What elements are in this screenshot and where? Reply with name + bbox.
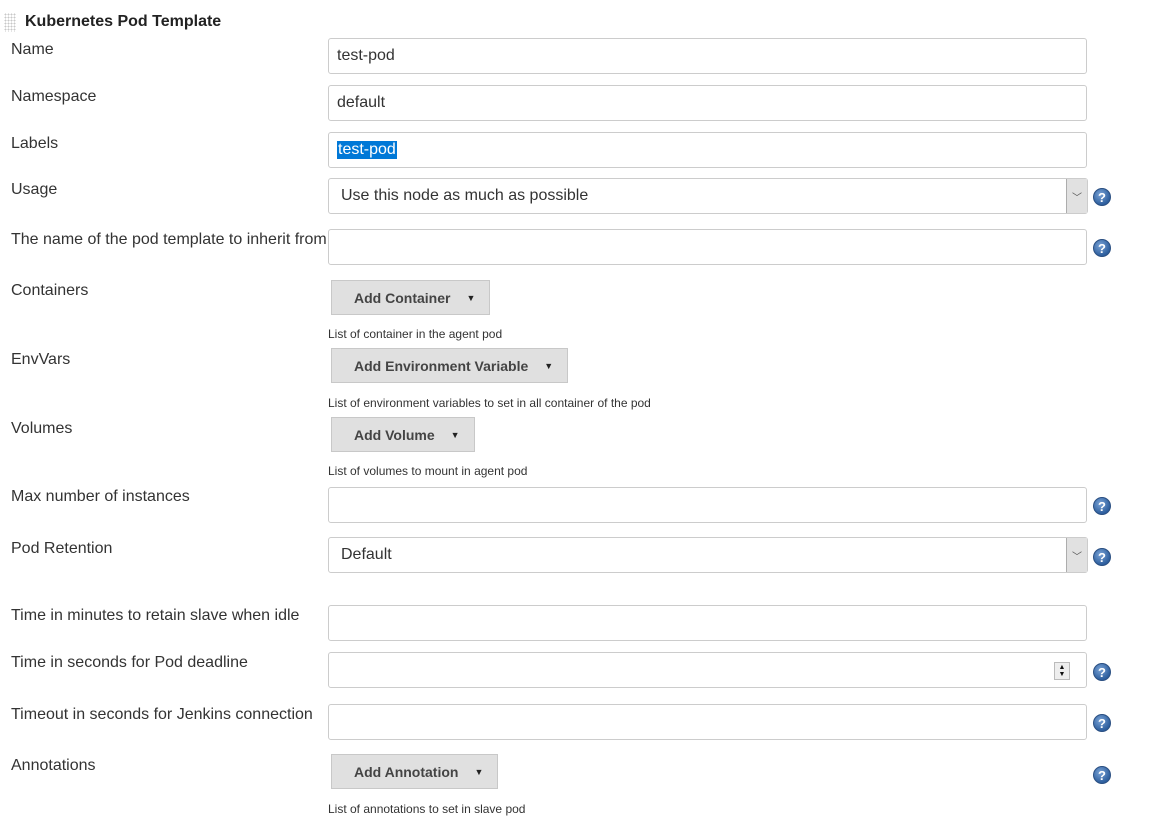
idle-minutes-label: Time in minutes to retain slave when idl… <box>11 607 300 624</box>
spin-down-icon[interactable]: ▼ <box>1059 671 1066 678</box>
add-container-button[interactable]: Add Container ▼ <box>331 280 491 315</box>
add-env-var-label: Add Environment Variable <box>354 357 529 374</box>
spin-up-icon[interactable]: ▲ <box>1059 664 1066 671</box>
chevron-down-icon[interactable]: ﹀ <box>1066 179 1087 213</box>
help-icon[interactable]: ? <box>1093 766 1111 784</box>
labels-value-selected: test-pod <box>337 141 397 159</box>
pod-retention-value: Default <box>341 546 392 563</box>
namespace-value: default <box>337 94 386 111</box>
volumes-hint: List of volumes to mount in agent pod <box>328 464 528 478</box>
name-value: test-pod <box>337 47 395 64</box>
inherit-from-input[interactable] <box>328 229 1087 265</box>
caret-down-icon: ▼ <box>450 429 460 440</box>
containers-label: Containers <box>11 282 89 299</box>
usage-value: Use this node as much as possible <box>341 187 589 204</box>
idle-minutes-input[interactable] <box>328 605 1087 641</box>
help-icon[interactable]: ? <box>1093 497 1111 515</box>
annotations-hint: List of annotations to set in slave pod <box>328 802 526 816</box>
help-icon[interactable]: ? <box>1093 239 1111 257</box>
caret-down-icon: ▼ <box>474 766 484 777</box>
containers-hint: List of container in the agent pod <box>328 327 503 341</box>
pod-retention-label: Pod Retention <box>11 540 113 557</box>
add-volume-button[interactable]: Add Volume ▼ <box>331 417 475 452</box>
caret-down-icon: ▼ <box>544 360 554 371</box>
inherit-from-label: The name of the pod template to inherit … <box>11 231 327 248</box>
jenkins-timeout-label: Timeout in seconds for Jenkins connectio… <box>11 706 313 723</box>
namespace-label: Namespace <box>11 88 97 105</box>
help-icon[interactable]: ? <box>1093 714 1111 732</box>
pod-deadline-input[interactable]: ▲ ▼ <box>328 652 1087 688</box>
caret-down-icon: ▼ <box>466 292 476 303</box>
add-volume-label: Add Volume <box>354 426 435 443</box>
add-annotation-label: Add Annotation <box>354 763 459 780</box>
name-label: Name <box>11 41 54 58</box>
add-environment-variable-button[interactable]: Add Environment Variable ▼ <box>331 348 569 383</box>
jenkins-timeout-input[interactable] <box>328 704 1087 740</box>
section-header: Kubernetes Pod Template <box>4 12 221 32</box>
labels-input[interactable]: test-pod <box>328 132 1087 168</box>
name-input[interactable]: test-pod <box>328 38 1087 74</box>
usage-select[interactable]: Use this node as much as possible ﹀ <box>328 178 1088 214</box>
help-icon[interactable]: ? <box>1093 663 1111 681</box>
envvars-hint: List of environment variables to set in … <box>328 396 651 410</box>
section-title: Kubernetes Pod Template <box>25 13 222 30</box>
drag-handle-icon[interactable] <box>4 12 16 32</box>
usage-label: Usage <box>11 181 58 198</box>
volumes-label: Volumes <box>11 420 73 437</box>
add-container-label: Add Container <box>354 289 451 306</box>
help-icon[interactable]: ? <box>1093 548 1111 566</box>
add-annotation-button[interactable]: Add Annotation ▼ <box>331 754 499 789</box>
envvars-label: EnvVars <box>11 351 71 368</box>
max-instances-label: Max number of instances <box>11 488 190 505</box>
number-spinner[interactable]: ▲ ▼ <box>1054 662 1070 680</box>
max-instances-input[interactable] <box>328 487 1087 523</box>
help-icon[interactable]: ? <box>1093 188 1111 206</box>
pod-deadline-label: Time in seconds for Pod deadline <box>11 654 248 671</box>
labels-label: Labels <box>11 135 59 152</box>
annotations-label: Annotations <box>11 757 96 774</box>
namespace-input[interactable]: default <box>328 85 1087 121</box>
chevron-down-icon[interactable]: ﹀ <box>1066 538 1087 572</box>
pod-retention-select[interactable]: Default ﹀ <box>328 537 1088 573</box>
